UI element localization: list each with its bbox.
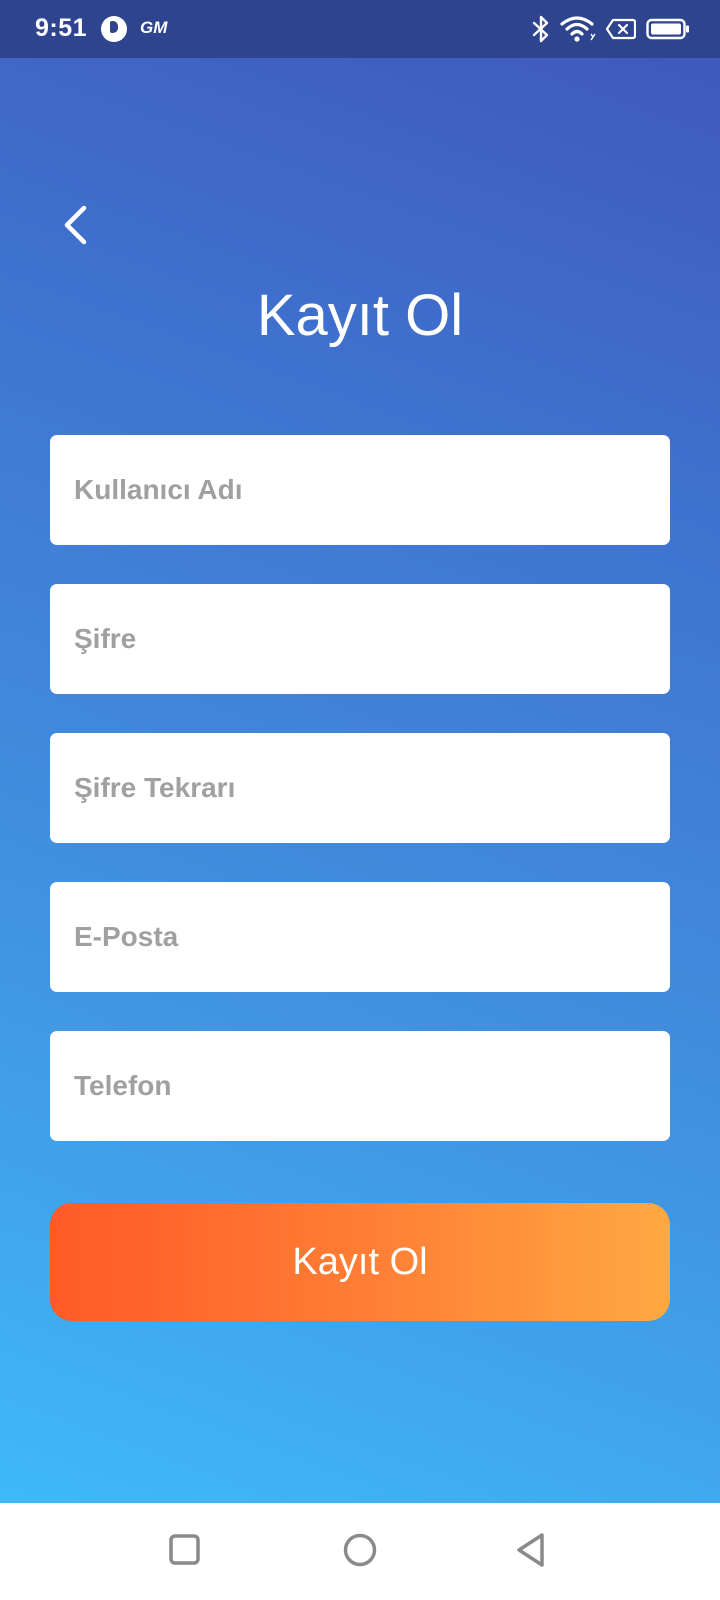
phone-field — [50, 1031, 670, 1141]
email-field — [50, 882, 670, 992]
phone-input[interactable] — [50, 1031, 670, 1141]
status-time: 9:51 — [35, 14, 88, 42]
password-repeat-field — [50, 733, 670, 843]
password-input[interactable] — [50, 584, 670, 694]
register-screen: 9:51 GM Kayıt Ol Kullanıcı Adı E-Posta T… — [0, 0, 720, 1600]
page-title: Kayıt Ol — [256, 283, 464, 348]
navigation-bar — [0, 1503, 720, 1600]
status-icons — [532, 12, 690, 46]
back-triangle-icon[interactable] — [508, 1525, 558, 1575]
password-field — [50, 584, 670, 694]
email-input[interactable] — [50, 882, 670, 992]
bluetooth-icon — [532, 15, 550, 43]
register-button[interactable]: Kayıt Ol — [50, 1203, 670, 1321]
recents-square-icon[interactable] — [160, 1525, 210, 1575]
status-bar: 9:51 GM — [0, 0, 720, 58]
no-sim-icon — [606, 18, 636, 40]
username-input[interactable] — [50, 435, 670, 545]
chevron-left-icon — [50, 205, 110, 259]
app-notification-icon — [101, 16, 127, 42]
wifi-icon — [560, 15, 596, 43]
home-circle-icon[interactable] — [335, 1525, 385, 1575]
username-field — [50, 435, 670, 545]
back-button[interactable] — [50, 195, 110, 255]
password-repeat-input[interactable] — [50, 733, 670, 843]
carrier-badge: GM — [140, 18, 168, 37]
battery-icon — [646, 18, 690, 40]
